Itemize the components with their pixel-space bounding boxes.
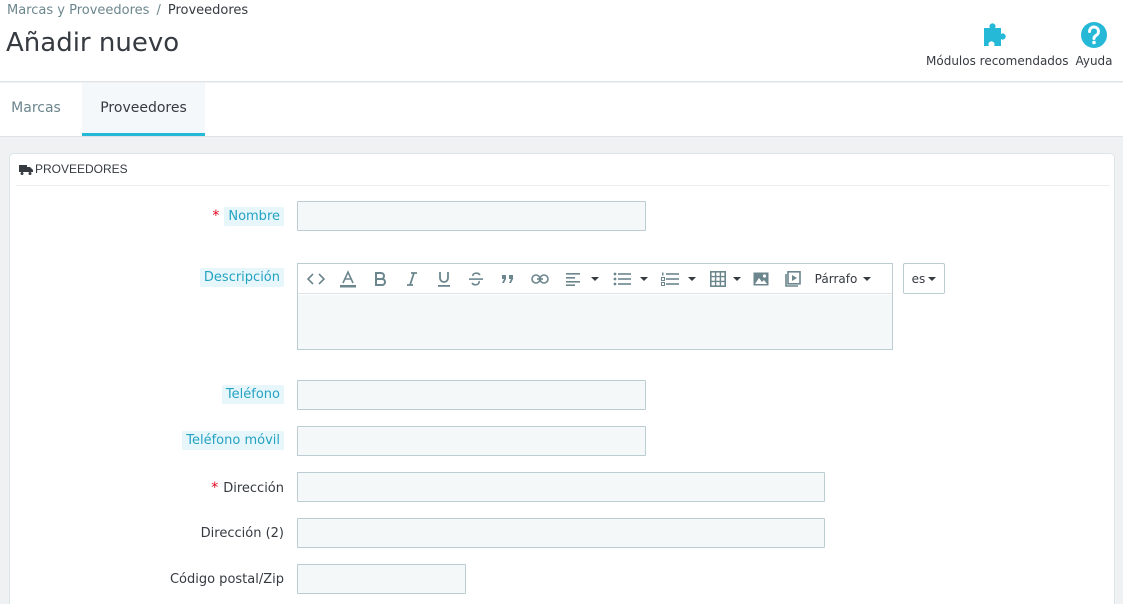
bullet-list-icon: [613, 272, 631, 286]
descripcion-rich-text-editor: Párrafo: [297, 263, 893, 350]
puzzle-icon: [926, 20, 1063, 50]
question-circle-icon: [1075, 20, 1113, 50]
page-header: Marcas y Proveedores / Proveedores Añadir …: [0, 0, 1123, 82]
chevron-down-icon: [639, 277, 648, 281]
italic-icon: [406, 272, 418, 286]
supplier-form-panel: PROVEEDORES * Nombre Descripción Párrafo…: [9, 153, 1115, 604]
breadcrumb-parent-link[interactable]: Marcas y Proveedores: [7, 3, 149, 18]
align-dropdown-button[interactable]: [564, 269, 600, 289]
image-icon: [753, 272, 769, 286]
tabs-bar: Marcas Proveedores: [0, 83, 1123, 137]
link-icon: [531, 274, 549, 284]
direccion2-input[interactable]: [297, 518, 825, 548]
nombre-label: Nombre: [224, 207, 284, 226]
required-marker: *: [212, 208, 220, 224]
direccion2-label: Dirección (2): [200, 526, 284, 541]
telefono-label: Teléfono: [221, 385, 284, 404]
chevron-down-icon: [732, 277, 741, 281]
chevron-down-icon: [590, 277, 599, 281]
bold-button[interactable]: [372, 269, 388, 289]
table-dropdown-button[interactable]: [708, 269, 742, 289]
telefono-input[interactable]: [297, 380, 646, 410]
nombre-input[interactable]: [297, 201, 646, 231]
telefono-movil-label-group: Teléfono móvil: [182, 431, 284, 450]
telefono-movil-label: Teléfono móvil: [182, 431, 284, 450]
telefono-label-group: Teléfono: [221, 385, 284, 404]
link-button[interactable]: [530, 269, 550, 289]
align-left-icon: [565, 272, 582, 286]
chevron-down-icon: [928, 276, 937, 281]
codigo-postal-input[interactable]: [297, 564, 466, 594]
telefono-movil-input[interactable]: [297, 426, 646, 456]
help-button[interactable]: Ayuda: [1075, 20, 1113, 68]
table-icon: [709, 271, 726, 287]
insert-image-button[interactable]: [752, 269, 770, 289]
descripcion-label: Descripción: [199, 268, 284, 287]
breadcrumb-current: Proveedores: [167, 3, 249, 18]
code-icon: [307, 273, 325, 285]
paragraph-format-dropdown[interactable]: Párrafo: [812, 269, 874, 289]
codigo-postal-label: Código postal/Zip: [169, 572, 284, 587]
bold-icon: [374, 272, 386, 286]
numbered-list-icon: [660, 272, 679, 286]
bullet-list-dropdown-button[interactable]: [612, 269, 648, 289]
language-code: es: [911, 271, 926, 286]
text-color-icon: [339, 270, 357, 288]
blockquote-button[interactable]: [500, 269, 516, 289]
source-code-button[interactable]: [306, 269, 326, 289]
direccion-label: Dirección: [223, 481, 284, 496]
chevron-down-icon: [863, 277, 872, 281]
breadcrumb: Marcas y Proveedores / Proveedores: [7, 3, 248, 18]
underline-icon: [437, 271, 451, 287]
text-color-button[interactable]: [338, 269, 358, 289]
strikethrough-button[interactable]: [468, 269, 484, 289]
video-icon: [785, 271, 801, 287]
panel-title: PROVEEDORES: [35, 162, 128, 176]
tab-proveedores[interactable]: Proveedores: [82, 83, 205, 136]
recommended-modules-button[interactable]: Módulos recomendados: [926, 20, 1069, 68]
panel-heading: PROVEEDORES: [16, 154, 1110, 186]
help-label: Ayuda: [1075, 54, 1113, 68]
insert-video-button[interactable]: [784, 269, 802, 289]
paragraph-format-label: Párrafo: [814, 272, 858, 286]
direccion-label-group: * Dirección: [211, 480, 284, 496]
truck-icon: [19, 164, 33, 179]
breadcrumb-separator: /: [156, 3, 161, 18]
codigo-postal-label-group: Código postal/Zip: [170, 572, 284, 587]
nombre-label-group: * Nombre: [212, 207, 284, 226]
underline-button[interactable]: [436, 269, 452, 289]
chevron-down-icon: [687, 277, 696, 281]
direccion2-label-group: Dirección (2): [201, 526, 284, 541]
required-marker: *: [211, 480, 219, 496]
italic-button[interactable]: [404, 269, 420, 289]
tab-marcas[interactable]: Marcas: [0, 83, 72, 136]
strikethrough-icon: [469, 272, 483, 286]
descripcion-label-group: Descripción: [199, 268, 284, 287]
direccion-input[interactable]: [297, 472, 825, 502]
editor-toolbar: Párrafo: [298, 264, 892, 294]
descripcion-editor-body[interactable]: [298, 295, 892, 349]
language-selector-button[interactable]: es: [903, 263, 945, 294]
recommended-modules-label: Módulos recomendados: [926, 54, 1069, 68]
numbered-list-dropdown-button[interactable]: [660, 269, 696, 289]
page-title: Añadir nuevo: [6, 28, 180, 58]
quote-icon: [501, 273, 515, 285]
